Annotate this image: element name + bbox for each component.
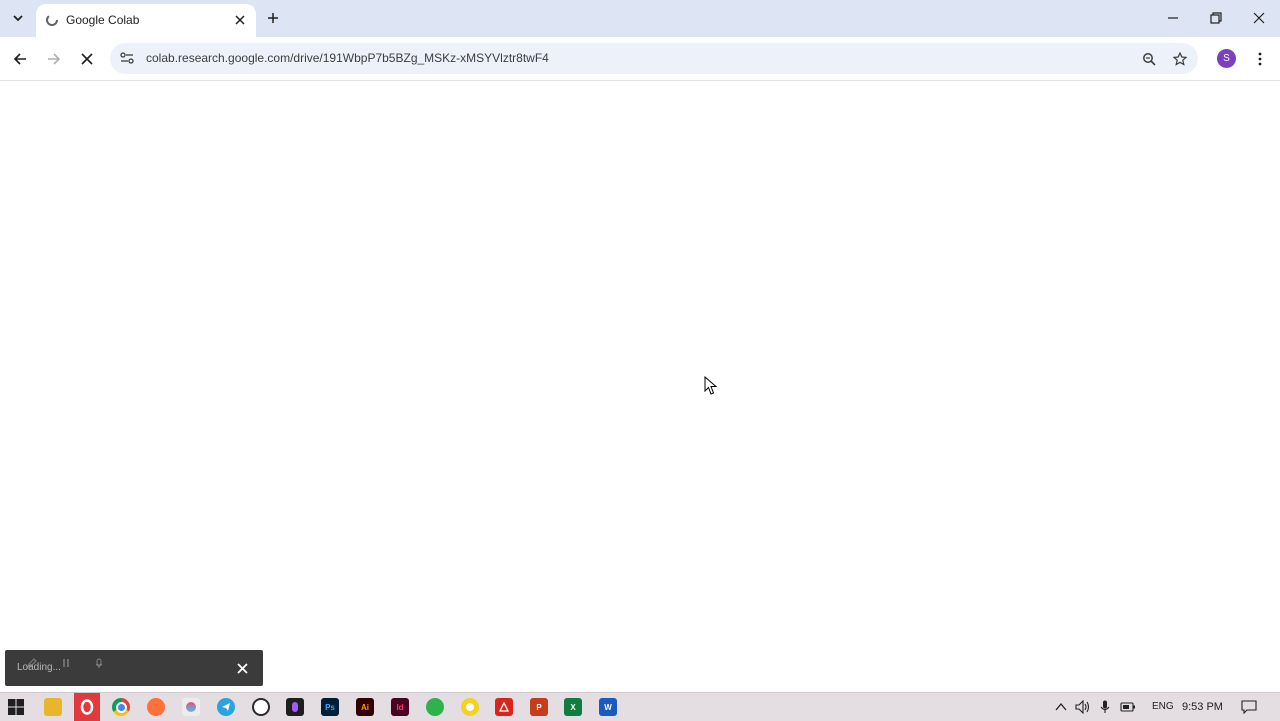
bookmark-button[interactable]	[1169, 48, 1191, 70]
browser-toolbar: colab.research.google.com/drive/191WbpP7…	[0, 37, 1280, 81]
arrow-right-icon	[48, 53, 61, 65]
taskbar-clock[interactable]: 9:53 PM	[1182, 701, 1223, 713]
yellow-app-icon[interactable]	[461, 698, 479, 716]
toast-message: Loading...	[17, 662, 61, 673]
start-button[interactable]	[7, 698, 25, 716]
profile-avatar[interactable]: S	[1217, 49, 1236, 68]
tab-close-button[interactable]	[232, 12, 248, 28]
mouse-cursor-icon	[704, 376, 718, 395]
browser-menu-button[interactable]	[1251, 47, 1269, 71]
volume-button[interactable]	[1075, 699, 1091, 715]
minimize-icon	[1168, 17, 1178, 19]
battery-icon	[1120, 702, 1135, 712]
battery-button[interactable]	[1120, 699, 1136, 715]
speaker-icon	[1075, 700, 1090, 714]
file-explorer-icon[interactable]	[44, 698, 62, 716]
tab-strip: Google Colab	[0, 0, 1280, 37]
site-info-icon[interactable]	[119, 50, 135, 66]
restore-button[interactable]	[1203, 6, 1229, 30]
chevron-down-icon	[13, 15, 23, 22]
loading-toast: Loading...	[5, 650, 263, 686]
green-app-icon[interactable]	[426, 698, 444, 716]
figma-icon[interactable]	[286, 698, 304, 716]
microphone-icon	[1100, 700, 1110, 713]
close-icon	[1253, 12, 1265, 24]
indesign-icon[interactable]: Id	[391, 698, 409, 716]
close-icon	[235, 15, 245, 25]
notification-center-button[interactable]	[1241, 699, 1257, 715]
page-content	[0, 81, 1280, 692]
back-button[interactable]	[8, 47, 32, 71]
show-hidden-icons-button[interactable]	[1053, 699, 1069, 715]
tab-title: Google Colab	[66, 13, 140, 27]
input-language[interactable]: ENG	[1152, 701, 1174, 712]
telegram-icon[interactable]	[217, 698, 235, 716]
firefox-icon[interactable]	[147, 698, 165, 716]
windows-logo-icon	[8, 699, 24, 715]
new-tab-button[interactable]	[263, 8, 283, 28]
toast-close-button[interactable]	[234, 660, 250, 676]
pause-icon	[63, 659, 69, 667]
microphone-icon	[95, 658, 103, 668]
forward-button[interactable]	[42, 47, 66, 71]
acrobat-icon[interactable]	[495, 698, 513, 716]
close-icon	[81, 53, 93, 65]
url-text: colab.research.google.com/drive/191WbpP7…	[146, 51, 549, 65]
powerpoint-icon[interactable]: P	[530, 698, 548, 716]
photoshop-icon[interactable]: Ps	[321, 698, 339, 716]
whatsapp-icon[interactable]	[252, 698, 270, 716]
minimize-button[interactable]	[1160, 6, 1186, 30]
arrow-left-icon	[13, 53, 26, 65]
zoom-icon	[1143, 53, 1156, 66]
restore-icon	[1210, 12, 1222, 24]
zoom-button[interactable]	[1138, 48, 1160, 70]
chevron-up-icon	[1055, 702, 1067, 711]
illustrator-icon[interactable]: Ai	[356, 698, 374, 716]
loading-favicon-icon	[46, 14, 58, 26]
app-icon[interactable]	[182, 698, 200, 716]
plus-icon	[268, 13, 278, 23]
excel-icon[interactable]: X	[564, 698, 582, 716]
address-bar[interactable]: colab.research.google.com/drive/191WbpP7…	[110, 43, 1198, 74]
word-icon[interactable]: W	[599, 698, 617, 716]
more-vertical-icon	[1258, 52, 1262, 66]
close-icon	[236, 662, 248, 674]
tab-search-button[interactable]	[6, 7, 30, 29]
windows-taskbar: Ps Ai Id P X W ENG 9:53 PM	[0, 692, 1280, 721]
close-window-button[interactable]	[1246, 6, 1272, 30]
opera-icon[interactable]	[74, 693, 100, 721]
stop-loading-button[interactable]	[75, 47, 99, 71]
microphone-button[interactable]	[1097, 699, 1113, 715]
chrome-icon[interactable]	[112, 698, 130, 716]
tab-google-colab[interactable]: Google Colab	[36, 4, 256, 37]
star-icon	[1173, 52, 1187, 66]
notification-icon	[1241, 700, 1257, 714]
